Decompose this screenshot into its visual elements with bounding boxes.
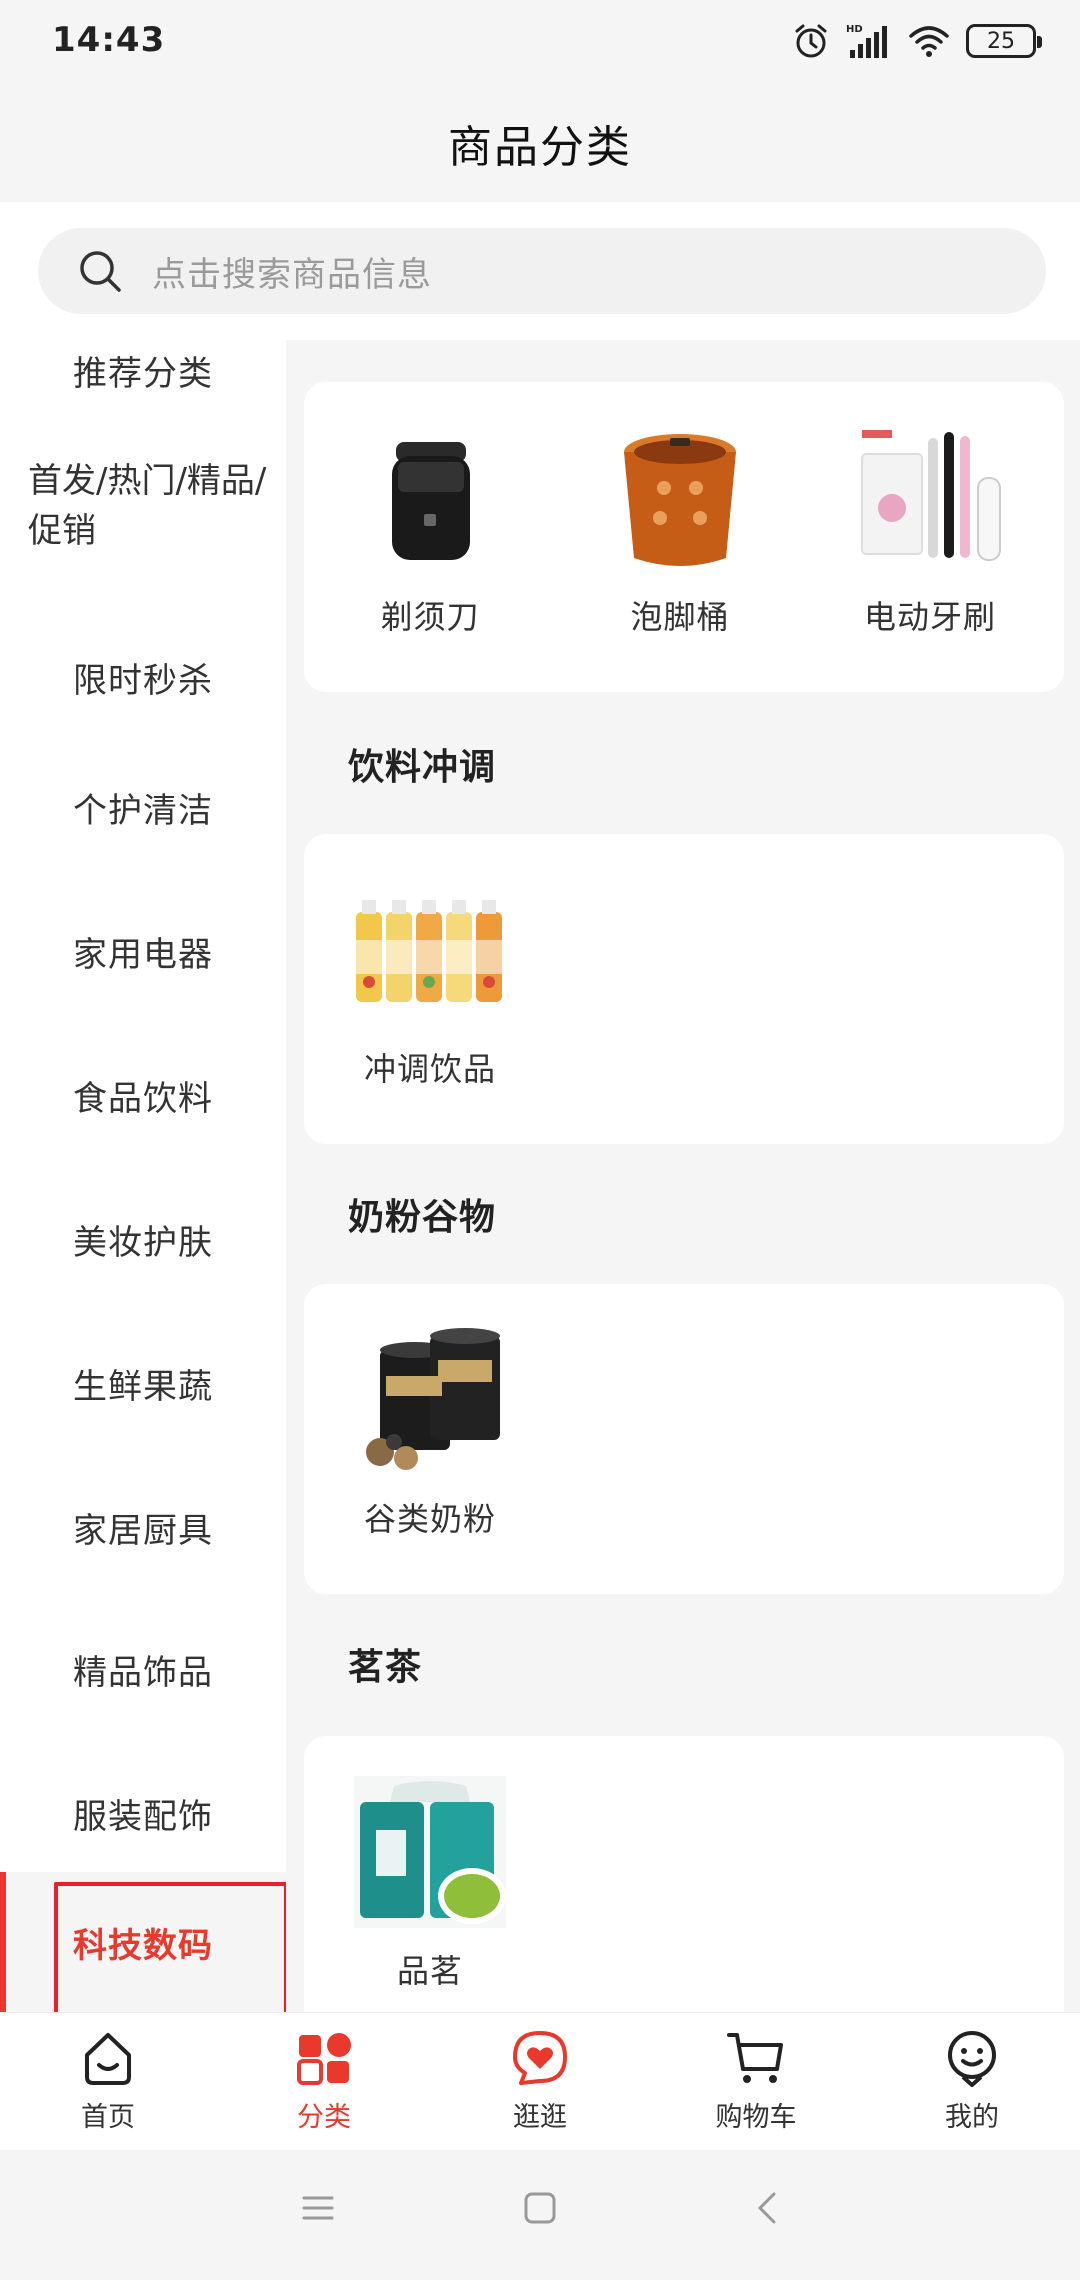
product-name: 剃须刀 bbox=[380, 598, 480, 636]
foot-bath-image bbox=[624, 434, 736, 566]
alarm-icon bbox=[795, 24, 827, 58]
nav-label: 首页 bbox=[81, 2102, 135, 2133]
search-placeholder: 点击搜索商品信息 bbox=[152, 254, 432, 295]
menu-icon[interactable] bbox=[300, 2190, 336, 2226]
search-icon bbox=[80, 251, 121, 292]
section-title-drinks: 饮料冲调 bbox=[348, 747, 497, 788]
sidebar-item-apparel[interactable]: 服装配饰 bbox=[0, 1748, 286, 1878]
product-name: 谷类奶粉 bbox=[363, 1500, 496, 1538]
grains-card: 谷类奶粉 bbox=[304, 1284, 1064, 1594]
signal-hd-icon: HD bbox=[846, 24, 887, 58]
sidebar-item-home-kitchen[interactable]: 家居厨具 bbox=[0, 1462, 286, 1592]
electric-toothbrush-image bbox=[861, 430, 1001, 561]
search-input[interactable]: 点击搜索商品信息 bbox=[38, 228, 1046, 314]
product-shaver[interactable]: 剃须刀 bbox=[330, 418, 530, 638]
back-icon[interactable] bbox=[750, 2190, 786, 2226]
product-name: 冲调饮品 bbox=[363, 1050, 496, 1088]
category-icon bbox=[297, 2033, 351, 2085]
product-electric-toothbrush[interactable]: 电动牙刷 bbox=[830, 418, 1030, 638]
product-tea[interactable]: 品茗 bbox=[330, 1772, 530, 1992]
product-foot-bath[interactable]: 泡脚桶 bbox=[580, 418, 780, 638]
profile-icon bbox=[948, 2031, 996, 2087]
sidebar-item-label: 家用电器 bbox=[73, 934, 213, 975]
section-title-grains: 奶粉谷物 bbox=[348, 1197, 497, 1238]
sidebar-item-label: 科技数码 bbox=[73, 1925, 213, 1966]
nav-label: 逛逛 bbox=[513, 2102, 567, 2133]
status-bar: 14:43 HD 25 bbox=[0, 0, 1080, 84]
svg-text:HD: HD bbox=[846, 24, 863, 35]
sidebar-item-label: 推荐分类 bbox=[73, 353, 213, 394]
product-name: 泡脚桶 bbox=[630, 598, 730, 636]
sidebar-item-label: 个护清洁 bbox=[73, 790, 213, 831]
sidebar-item-label: 食品饮料 bbox=[73, 1078, 213, 1119]
nav-label: 分类 bbox=[297, 2102, 351, 2133]
wifi-icon bbox=[909, 26, 949, 57]
sidebar-item-flash-sale[interactable]: 限时秒杀 bbox=[0, 612, 286, 742]
section-title-tea: 茗茶 bbox=[348, 1647, 423, 1688]
cart-icon bbox=[727, 2033, 783, 2083]
product-grain-powder[interactable]: 谷类奶粉 bbox=[330, 1320, 530, 1540]
sidebar-item-label: 服装配饰 bbox=[73, 1796, 213, 1837]
sidebar-item-recommended[interactable]: 推荐分类 bbox=[0, 340, 286, 400]
home-icon bbox=[85, 2033, 131, 2085]
category-sidebar[interactable]: 推荐分类 首发/热门/精品/促销 限时秒杀 个护清洁 家用电器 食品饮料 美妆护… bbox=[0, 340, 286, 2012]
sidebar-item-label: 限时秒杀 bbox=[73, 660, 213, 701]
battery-indicator: 25 bbox=[966, 24, 1042, 58]
nav-home[interactable]: 首页 bbox=[28, 2027, 188, 2134]
product-name: 电动牙刷 bbox=[863, 598, 996, 636]
sidebar-item-appliances[interactable]: 家用电器 bbox=[0, 886, 286, 1016]
nav-label: 我的 bbox=[945, 2102, 999, 2133]
shaver-image bbox=[392, 442, 470, 560]
sidebar-item-label: 精品饰品 bbox=[73, 1652, 213, 1693]
tea-drink-bottles-image bbox=[356, 900, 502, 1002]
browse-heart-icon bbox=[513, 2031, 567, 2085]
featured-products-card: 剃须刀 泡脚桶 电动牙刷 bbox=[304, 382, 1064, 692]
page-title: 商品分类 bbox=[448, 122, 632, 173]
product-content[interactable]: 剃须刀 泡脚桶 电动牙刷 饮料冲调 冲调饮品 奶粉谷物 谷类奶粉 茗茶 品茗 bbox=[286, 340, 1080, 2012]
battery-level: 25 bbox=[987, 28, 1015, 54]
sidebar-item-label: 生鲜果蔬 bbox=[73, 1366, 213, 1407]
sidebar-item-label: 首发/热门/精品/促销 bbox=[28, 461, 267, 551]
nav-label: 购物车 bbox=[715, 2102, 797, 2133]
nav-profile[interactable]: 我的 bbox=[892, 2027, 1052, 2134]
sidebar-item-label: 家居厨具 bbox=[73, 1510, 213, 1551]
sidebar-item-food-drinks[interactable]: 食品饮料 bbox=[0, 1030, 286, 1160]
nav-category[interactable]: 分类 bbox=[244, 2027, 404, 2134]
grain-powder-cans-image bbox=[366, 1328, 500, 1470]
status-icons: HD 25 bbox=[792, 22, 1042, 60]
app-header: 商品分类 bbox=[0, 84, 1080, 202]
nav-browse[interactable]: 逛逛 bbox=[460, 2027, 620, 2134]
product-tea-drinks[interactable]: 冲调饮品 bbox=[330, 870, 530, 1090]
sidebar-item-jewelry[interactable]: 精品饰品 bbox=[0, 1604, 286, 1734]
product-name: 品茗 bbox=[396, 1952, 463, 1990]
tea-card: 品茗 bbox=[304, 1736, 1064, 2012]
sidebar-item-tech-digital[interactable]: 科技数码 bbox=[0, 1872, 286, 2012]
sidebar-item-featured[interactable]: 首发/热门/精品/促销 bbox=[0, 450, 286, 562]
sidebar-item-label: 美妆护肤 bbox=[73, 1222, 213, 1263]
sidebar-item-beauty[interactable]: 美妆护肤 bbox=[0, 1174, 286, 1304]
sidebar-item-fresh-produce[interactable]: 生鲜果蔬 bbox=[0, 1318, 286, 1448]
nav-cart[interactable]: 购物车 bbox=[676, 2027, 836, 2134]
sidebar-item-personal-care[interactable]: 个护清洁 bbox=[0, 742, 286, 872]
bottom-nav: 首页 分类 逛逛 购物车 我的 bbox=[0, 2012, 1080, 2150]
search-bar-container: 点击搜索商品信息 bbox=[0, 202, 1080, 340]
drinks-card: 冲调饮品 bbox=[304, 834, 1064, 1144]
system-navigation-bar bbox=[0, 2150, 1080, 2280]
green-tea-gift-box-image bbox=[354, 1776, 506, 1928]
home-button-icon[interactable] bbox=[522, 2190, 558, 2226]
status-time: 14:43 bbox=[52, 20, 166, 60]
